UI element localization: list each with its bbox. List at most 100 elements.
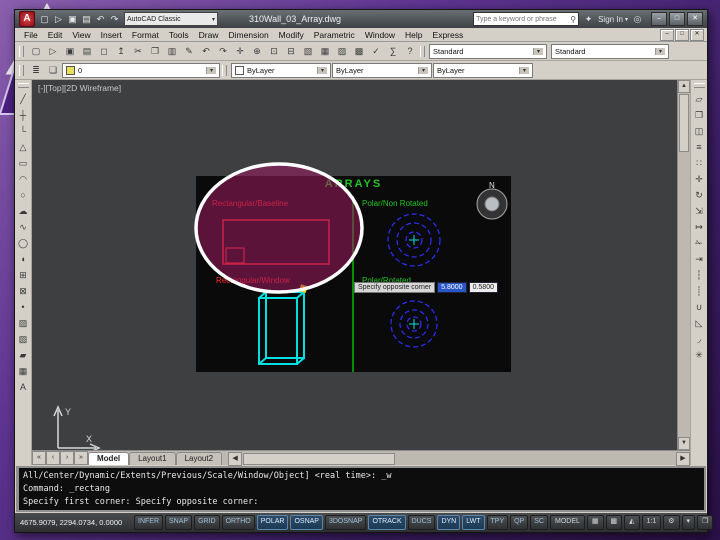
menu-item[interactable]: Edit	[43, 30, 68, 40]
workspace-switching-icon[interactable]: ⚙	[663, 515, 680, 530]
break-at-point-icon[interactable]: ┆	[691, 267, 707, 283]
menu-item[interactable]: Parametric	[309, 30, 360, 40]
doc-minimize-button[interactable]: –	[660, 28, 674, 41]
vertical-scroll-track[interactable]	[678, 153, 690, 437]
open-icon[interactable]: ▷	[52, 13, 65, 26]
sheet-set-manager-icon[interactable]: ▩	[351, 43, 367, 59]
offset-icon[interactable]: ≡	[691, 139, 707, 155]
status-toggle-button[interactable]: POLAR	[256, 515, 289, 530]
status-toggle-button[interactable]: OTRACK	[368, 515, 406, 530]
quick-view-layouts-icon[interactable]: ▦	[586, 515, 604, 530]
status-toggle-button[interactable]: INFER	[134, 515, 163, 530]
viewcube[interactable]: N	[470, 179, 514, 223]
undo-icon[interactable]: ↶	[198, 43, 214, 59]
layout-tab[interactable]: Layout1	[129, 452, 176, 465]
save-icon[interactable]: ▣	[62, 43, 78, 59]
zoom-realtime-icon[interactable]: ⊕	[249, 43, 265, 59]
mtext-icon[interactable]: A	[15, 379, 31, 395]
maximize-button[interactable]: □	[669, 12, 685, 26]
chamfer-icon[interactable]: ◺	[691, 315, 707, 331]
zoom-previous-icon[interactable]: ⊟	[283, 43, 299, 59]
tool-palettes-icon[interactable]: ▨	[334, 43, 350, 59]
vertical-scroll-thumb[interactable]	[679, 94, 689, 152]
copy-clip-icon[interactable]: ❐	[147, 43, 163, 59]
qnew-icon[interactable]: ▢	[28, 43, 44, 59]
text-style-combo[interactable]: Standard ▾	[429, 43, 547, 59]
status-toggle-button[interactable]: OSNAP	[290, 515, 323, 530]
help-search-input[interactable]	[474, 15, 569, 23]
construction-line-icon[interactable]: ┼	[15, 107, 31, 123]
toolbar-grip[interactable]	[420, 45, 425, 57]
viewcube-north-label[interactable]: N	[489, 181, 495, 190]
menu-item[interactable]: Window	[360, 30, 400, 40]
fillet-icon[interactable]: ◞	[691, 331, 707, 347]
annotation-scale-icon[interactable]: ◭	[624, 515, 640, 530]
horizontal-scroll-track[interactable]	[396, 454, 676, 464]
quickcalc-icon[interactable]: ∑	[385, 43, 401, 59]
status-toggle-button[interactable]: DUCS	[407, 515, 436, 530]
dim-style-combo[interactable]: Standard ▾	[551, 43, 669, 59]
pan-icon[interactable]: ✛	[232, 43, 248, 59]
status-toggle-button[interactable]: SNAP	[165, 515, 193, 530]
scroll-right-button[interactable]: ▶	[676, 452, 690, 466]
toolbar-grip[interactable]	[222, 64, 227, 76]
command-line-window[interactable]: All/Center/Dynamic/Extents/Previous/Scal…	[16, 466, 706, 512]
scale-icon[interactable]: ⇲	[691, 203, 707, 219]
quick-view-drawings-icon[interactable]: ▩	[605, 515, 623, 530]
polyline-icon[interactable]: └	[15, 123, 31, 139]
ellipse-icon[interactable]: ◯	[15, 235, 31, 251]
doc-restore-button[interactable]: □	[675, 28, 689, 41]
help-icon[interactable]: ?	[402, 43, 418, 59]
plot-icon[interactable]: ▤	[80, 13, 93, 26]
circle-icon[interactable]: ○	[15, 187, 31, 203]
annotation-scale-value[interactable]: 1:1	[641, 515, 662, 530]
ellipse-arc-icon[interactable]: ◖	[15, 251, 31, 267]
application-menu-button[interactable]: A	[19, 11, 35, 27]
search-icon[interactable]: ⚲	[568, 15, 578, 24]
redo-icon[interactable]: ↷	[108, 13, 121, 26]
object-color-combo[interactable]: ByLayer ▾	[231, 62, 331, 78]
zoom-window-icon[interactable]: ⊡	[266, 43, 282, 59]
scroll-up-button[interactable]: ▲	[678, 80, 690, 93]
spline-icon[interactable]: ∿	[15, 219, 31, 235]
status-menu-icon[interactable]: ▾	[681, 515, 696, 530]
designcenter-icon[interactable]: ▦	[317, 43, 333, 59]
workspace-combo[interactable]: AutoCAD Classic ▾	[124, 12, 218, 26]
lineweight-combo[interactable]: ByLayer ▾	[433, 62, 533, 78]
model-space-button[interactable]: MODEL	[549, 515, 585, 530]
minimize-button[interactable]: –	[651, 12, 667, 26]
paste-icon[interactable]: ▥	[164, 43, 180, 59]
linetype-combo[interactable]: ByLayer ▾	[332, 62, 432, 78]
clean-screen-icon[interactable]: ❒	[697, 515, 714, 530]
join-icon[interactable]: ∪	[691, 299, 707, 315]
cut-icon[interactable]: ✂	[130, 43, 146, 59]
hatch-icon[interactable]: ▨	[15, 315, 31, 331]
polygon-icon[interactable]: △	[15, 139, 31, 155]
insert-block-icon[interactable]: ⊞	[15, 267, 31, 283]
menu-item[interactable]: View	[67, 30, 95, 40]
prev-tab-button[interactable]: ‹	[46, 451, 60, 465]
dynamic-input-value-primary[interactable]: 5.8000	[437, 282, 467, 293]
make-block-icon[interactable]: ⊠	[15, 283, 31, 299]
stretch-icon[interactable]: ↦	[691, 219, 707, 235]
layer-combo[interactable]: 0 ▾	[62, 62, 220, 78]
status-toggle-button[interactable]: GRID	[194, 515, 220, 530]
menu-item[interactable]: Draw	[194, 30, 224, 40]
revcloud-icon[interactable]: ☁	[15, 203, 31, 219]
publish-icon[interactable]: ↥	[113, 43, 129, 59]
next-tab-button[interactable]: ›	[60, 451, 74, 465]
rectangle-icon[interactable]: ▭	[15, 155, 31, 171]
viewport-controls[interactable]: [-][Top][2D Wireframe]	[38, 83, 121, 93]
move-icon[interactable]: ✛	[691, 171, 707, 187]
erase-icon[interactable]: ▱	[691, 91, 707, 107]
arc-icon[interactable]: ◠	[15, 171, 31, 187]
menu-item[interactable]: Modify	[274, 30, 309, 40]
status-toggle-button[interactable]: QP	[510, 515, 529, 530]
properties-icon[interactable]: ▧	[300, 43, 316, 59]
doc-close-button[interactable]: ✕	[690, 28, 704, 41]
gradient-icon[interactable]: ▧	[15, 331, 31, 347]
scroll-left-button[interactable]: ◀	[228, 452, 243, 466]
toolbar-grip[interactable]	[693, 83, 705, 88]
plot-preview-icon[interactable]: ◻	[96, 43, 112, 59]
trim-icon[interactable]: ✁	[691, 235, 707, 251]
